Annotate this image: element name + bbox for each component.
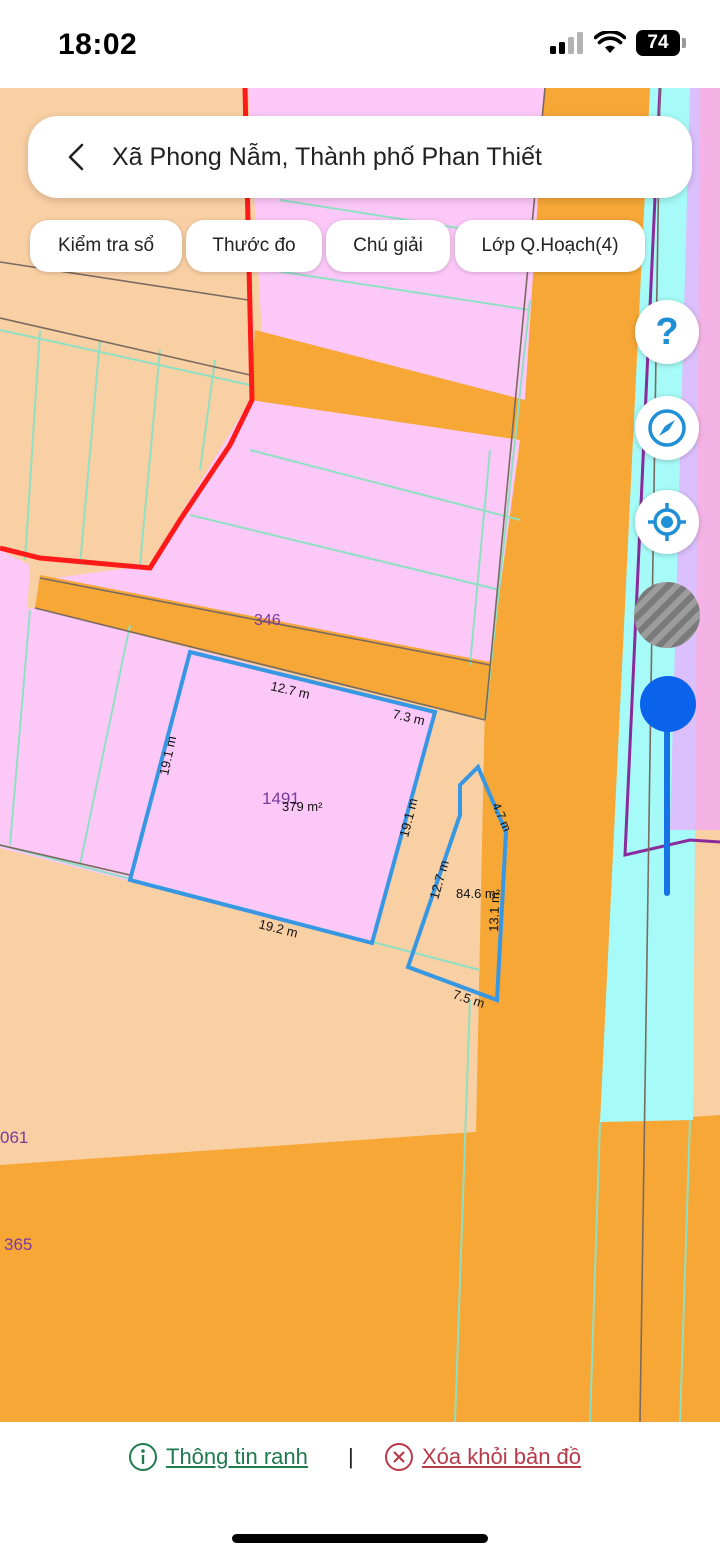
compass-button[interactable]	[635, 396, 699, 460]
area-main-label: 379 m²	[282, 799, 323, 814]
help-icon: ?	[655, 310, 679, 353]
signal-icon	[550, 32, 583, 54]
locate-button[interactable]	[635, 490, 699, 554]
remove-from-map-link[interactable]: Xóa khỏi bản đồ	[384, 1442, 581, 1472]
locate-icon	[648, 503, 686, 541]
home-indicator	[232, 1534, 488, 1543]
left-label-1: 061	[0, 1128, 28, 1147]
status-bar: 18:02 74	[0, 0, 720, 88]
status-icons: 74	[550, 30, 686, 56]
dim-small-right: 13.1 m	[486, 892, 502, 932]
battery-tip	[682, 38, 686, 48]
chip-ruler[interactable]: Thước đo	[186, 220, 322, 272]
chip-planning-layer[interactable]: Lớp Q.Hoạch(4)	[455, 220, 645, 272]
boundary-info-link[interactable]: Thông tin ranh	[128, 1442, 308, 1472]
back-icon[interactable]	[46, 127, 106, 187]
left-label-2: 365	[4, 1235, 32, 1254]
map-svg[interactable]: 346 1491 379 m² 84.6 m² 061 365 12.7 m 7…	[0, 88, 720, 1422]
remove-from-map-label[interactable]: Xóa khỏi bản đồ	[422, 1444, 581, 1470]
battery-icon: 74	[636, 30, 680, 56]
compass-icon	[648, 409, 686, 447]
separator: |	[348, 1444, 354, 1469]
battery-level: 74	[647, 32, 669, 53]
boundary-info-label[interactable]: Thông tin ranh	[166, 1444, 308, 1470]
satellite-layer-thumbnail[interactable]	[634, 582, 700, 648]
wifi-icon	[594, 31, 626, 53]
road-number-label: 346	[254, 612, 281, 629]
search-bar[interactable]: Xã Phong Nẫm, Thành phố Phan Thiết	[28, 116, 692, 198]
help-button[interactable]: ?	[635, 300, 699, 364]
chip-check-book[interactable]: Kiểm tra sổ	[30, 220, 182, 272]
chip-legend[interactable]: Chú giải	[326, 220, 450, 272]
info-icon	[129, 1443, 157, 1471]
close-circle-icon	[385, 1443, 413, 1471]
location-title[interactable]: Xã Phong Nẫm, Thành phố Phan Thiết	[112, 143, 542, 172]
opacity-slider-knob[interactable]	[640, 676, 696, 732]
status-time: 18:02	[58, 28, 138, 61]
bottom-bar: Thông tin ranh | Xóa khỏi bản đồ	[0, 1422, 720, 1559]
map-canvas[interactable]: 346 1491 379 m² 84.6 m² 061 365 12.7 m 7…	[0, 88, 720, 1422]
